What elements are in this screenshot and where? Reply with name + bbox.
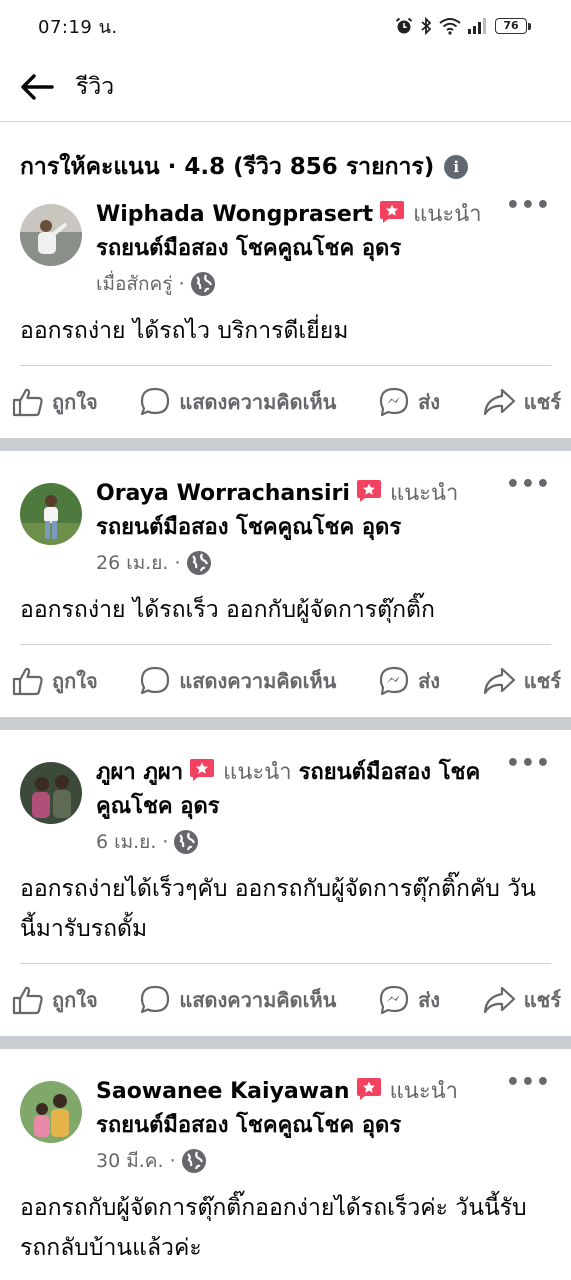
review-time[interactable]: 6 เม.ย. · bbox=[96, 827, 168, 857]
globe-icon bbox=[186, 551, 211, 575]
recommend-label: แนะนำ bbox=[389, 1079, 459, 1104]
recommend-icon bbox=[356, 480, 381, 502]
signal-icon bbox=[468, 18, 486, 34]
section-separator bbox=[0, 717, 571, 730]
review-text: ออกรถง่าย ได้รถไว บริการดีเยี่ยม bbox=[20, 318, 349, 344]
bluetooth-icon bbox=[421, 17, 432, 35]
more-options-button[interactable]: ••• bbox=[506, 1072, 551, 1094]
reviewer-name[interactable]: Saowanee Kaiyawan bbox=[96, 1079, 350, 1104]
review-card: ••• Oraya Worrachansiri แนะนำ รถยนต์มือสอ… bbox=[0, 451, 571, 717]
share-icon bbox=[483, 388, 515, 416]
review-card: ••• ภูผา ภูผา แนะนำ รถยนต์มือสอง โชคคูณโช… bbox=[0, 730, 571, 1036]
recommend-icon bbox=[190, 759, 215, 781]
send-button[interactable]: ส่ง bbox=[378, 386, 440, 418]
review-text: ออกรถง่ายได้เร็วๆคับ ออกรถกับผู้จัดการตุ… bbox=[20, 876, 536, 942]
review-actions: ถูกใจ แสดงความคิดเห็น ส่ง แชร์ bbox=[0, 366, 571, 438]
reviewer-name[interactable]: Wiphada Wongprasert bbox=[96, 202, 373, 227]
page-title: รีวิว bbox=[76, 73, 115, 100]
status-icons: 76 bbox=[395, 17, 531, 35]
avatar[interactable] bbox=[20, 762, 82, 824]
send-button[interactable]: ส่ง bbox=[378, 984, 440, 1016]
like-button[interactable]: ถูกใจ bbox=[12, 386, 98, 418]
wifi-icon bbox=[439, 18, 461, 35]
more-options-button[interactable]: ••• bbox=[506, 753, 551, 775]
status-bar: 07:19 น. 76 bbox=[0, 0, 571, 52]
like-button[interactable]: ถูกใจ bbox=[12, 665, 98, 697]
review-headline: Oraya Worrachansiri แนะนำ รถยนต์มือสอง โช… bbox=[96, 477, 511, 545]
app-header: รีวิว bbox=[0, 52, 571, 122]
rating-summary-text: การให้คะแนน · 4.8 (รีวิว 856 รายการ) bbox=[20, 154, 435, 180]
reviewer-name[interactable]: Oraya Worrachansiri bbox=[96, 481, 350, 506]
review-text: ออกรถกับผู้จัดการตุ๊กติ๊กออกง่ายได้รถเร็… bbox=[20, 1195, 527, 1261]
comment-button[interactable]: แสดงความคิดเห็น bbox=[139, 386, 336, 418]
review-header: ••• ภูผา ภูผา แนะนำ รถยนต์มือสอง โชคคูณโช… bbox=[0, 753, 571, 857]
comment-icon bbox=[141, 666, 170, 695]
info-icon[interactable]: i bbox=[444, 155, 469, 179]
reviewer-name[interactable]: ภูผา ภูผา bbox=[96, 760, 183, 785]
back-arrow-icon bbox=[21, 73, 54, 100]
review-card: ••• Wiphada Wongprasert แนะนำ รถยนต์มือสอ… bbox=[0, 195, 571, 438]
like-icon bbox=[12, 667, 43, 696]
review-text: ออกรถง่าย ได้รถเร็ว ออกกับผู้จัดการตุ๊กต… bbox=[20, 597, 435, 623]
globe-icon bbox=[174, 830, 199, 854]
avatar[interactable] bbox=[20, 483, 82, 545]
section-separator bbox=[0, 438, 571, 451]
back-button[interactable] bbox=[20, 68, 58, 106]
messenger-icon bbox=[379, 985, 409, 1015]
review-card: ••• Saowanee Kaiyawan แนะนำ รถยนต์มือสอง … bbox=[0, 1049, 571, 1280]
comment-icon bbox=[141, 387, 170, 416]
page-name-link[interactable]: รถยนต์มือสอง โชคคูณโชค อุดร bbox=[96, 1113, 401, 1138]
section-separator bbox=[0, 1036, 571, 1049]
page-name-link[interactable]: รถยนต์มือสอง โชคคูณโชค อุดร bbox=[96, 515, 401, 540]
messenger-icon bbox=[379, 666, 409, 696]
review-time[interactable]: เมื่อสักครู่ · bbox=[96, 269, 185, 299]
review-meta: 30 มี.ค. · bbox=[96, 1146, 511, 1176]
share-icon bbox=[483, 667, 515, 695]
like-icon bbox=[12, 388, 43, 417]
like-icon bbox=[12, 986, 43, 1015]
messenger-icon bbox=[379, 387, 409, 417]
review-meta: 26 เม.ย. · bbox=[96, 548, 511, 578]
rating-summary: การให้คะแนน · 4.8 (รีวิว 856 รายการ) i bbox=[0, 122, 571, 186]
review-header: ••• Saowanee Kaiyawan แนะนำ รถยนต์มือสอง … bbox=[0, 1072, 571, 1176]
share-button[interactable]: แชร์ bbox=[482, 386, 561, 418]
review-headline: Saowanee Kaiyawan แนะนำ รถยนต์มือสอง โชคค… bbox=[96, 1075, 511, 1143]
battery-icon: 76 bbox=[495, 18, 531, 34]
recommend-label: แนะนำ bbox=[389, 481, 459, 506]
review-time[interactable]: 26 เม.ย. · bbox=[96, 548, 181, 578]
recommend-label: แนะนำ bbox=[413, 202, 482, 227]
share-button[interactable]: แชร์ bbox=[482, 984, 561, 1016]
review-meta: เมื่อสักครู่ · bbox=[96, 269, 511, 299]
comment-icon bbox=[141, 985, 170, 1014]
recommend-label: แนะนำ bbox=[223, 760, 292, 785]
like-button[interactable]: ถูกใจ bbox=[12, 984, 98, 1016]
status-time: 07:19 น. bbox=[38, 16, 118, 38]
more-options-button[interactable]: ••• bbox=[506, 474, 551, 496]
review-meta: 6 เม.ย. · bbox=[96, 827, 511, 857]
share-button[interactable]: แชร์ bbox=[482, 665, 561, 697]
review-headline: ภูผา ภูผา แนะนำ รถยนต์มือสอง โชคคูณโชค อุ… bbox=[96, 756, 511, 824]
review-header: ••• Wiphada Wongprasert แนะนำ รถยนต์มือสอ… bbox=[0, 195, 571, 299]
comment-button[interactable]: แสดงความคิดเห็น bbox=[139, 984, 336, 1016]
globe-icon bbox=[181, 1149, 206, 1173]
alarm-icon bbox=[395, 17, 413, 34]
share-icon bbox=[483, 986, 515, 1014]
comment-button[interactable]: แสดงความคิดเห็น bbox=[139, 665, 336, 697]
review-header: ••• Oraya Worrachansiri แนะนำ รถยนต์มือสอ… bbox=[0, 474, 571, 578]
review-actions: ถูกใจ แสดงความคิดเห็น ส่ง แชร์ bbox=[0, 645, 571, 717]
send-button[interactable]: ส่ง bbox=[378, 665, 440, 697]
review-time[interactable]: 30 มี.ค. · bbox=[96, 1146, 176, 1176]
page-name-link[interactable]: รถยนต์มือสอง โชคคูณโชค อุดร bbox=[96, 236, 401, 261]
recommend-icon bbox=[356, 1078, 381, 1100]
recommend-icon bbox=[380, 201, 405, 223]
avatar[interactable] bbox=[20, 204, 82, 266]
review-actions: ถูกใจ แสดงความคิดเห็น ส่ง แชร์ bbox=[0, 964, 571, 1036]
review-headline: Wiphada Wongprasert แนะนำ รถยนต์มือสอง โช… bbox=[96, 198, 511, 266]
more-options-button[interactable]: ••• bbox=[506, 195, 551, 217]
avatar[interactable] bbox=[20, 1081, 82, 1143]
globe-icon bbox=[190, 272, 215, 296]
